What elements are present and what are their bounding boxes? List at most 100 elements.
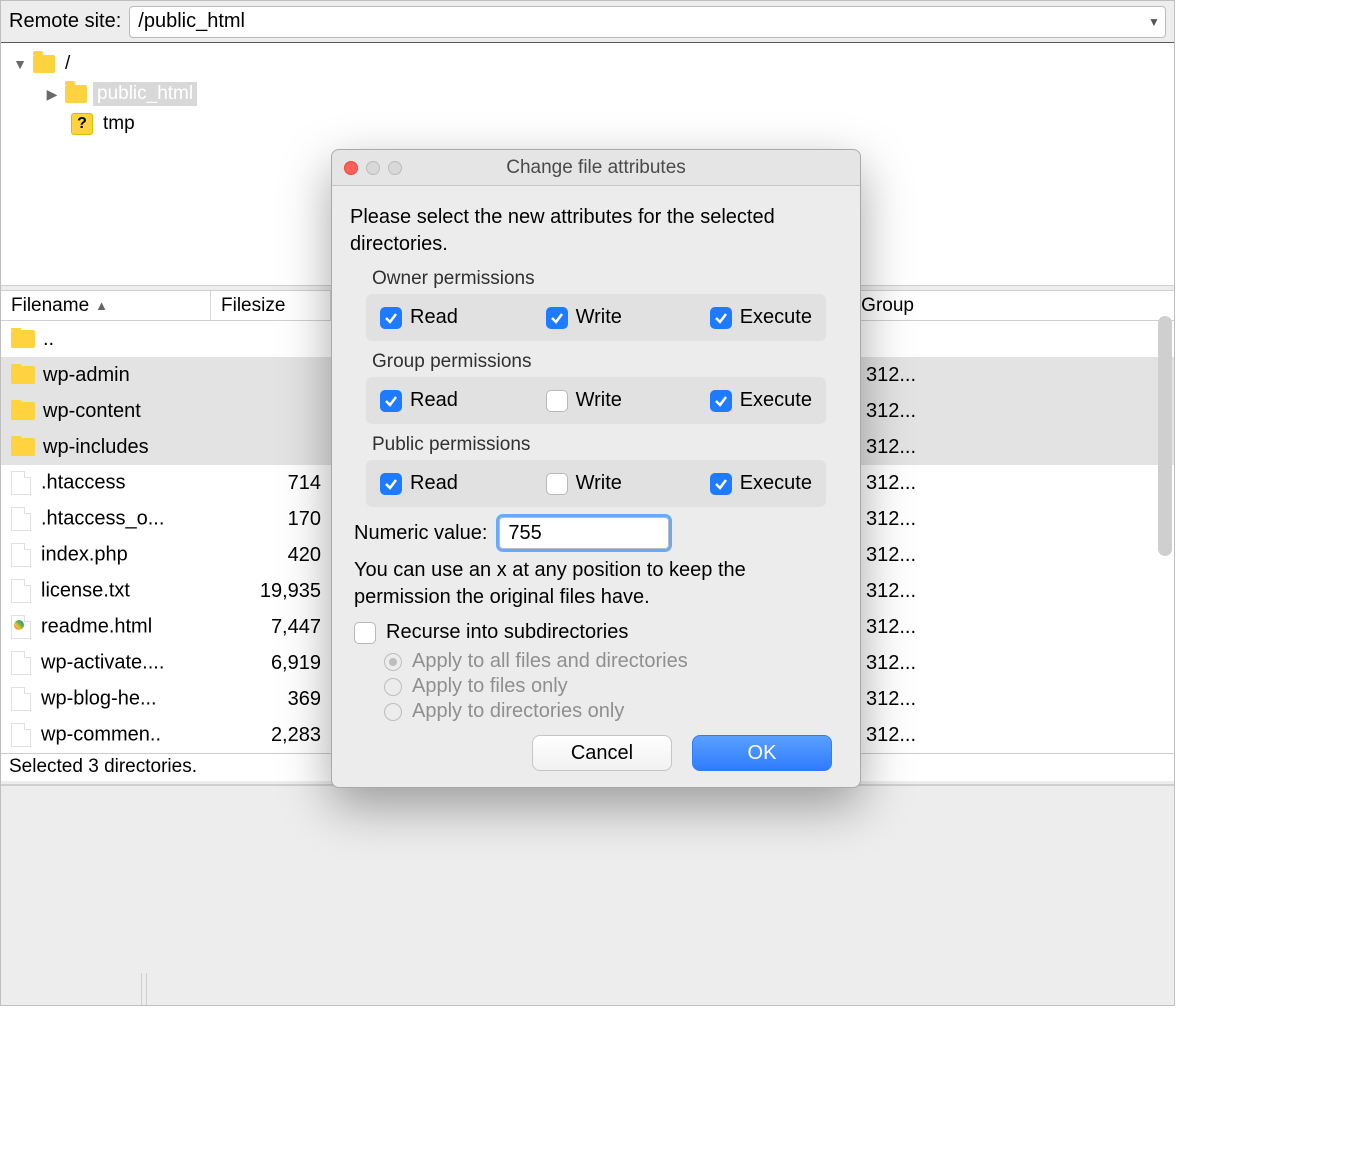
remote-site-label: Remote site: xyxy=(9,10,121,33)
file-group: 312... xyxy=(856,688,926,711)
recurse-apply-all-radio[interactable]: Apply to all files and directories xyxy=(384,650,842,673)
tree-row[interactable]: ▶ public_html xyxy=(11,79,1164,109)
numeric-hint-text: You can use an x at any position to keep… xyxy=(354,557,842,611)
folder-icon xyxy=(33,55,55,73)
window-close-icon[interactable] xyxy=(344,161,358,175)
html-file-icon xyxy=(11,615,31,639)
dialog-titlebar[interactable]: Change file attributes xyxy=(332,150,860,186)
folder-icon xyxy=(11,438,35,456)
file-size: 420 xyxy=(241,544,331,567)
radio-icon xyxy=(384,678,402,696)
remote-site-bar: Remote site: ▼ xyxy=(1,1,1174,43)
group-read-checkbox[interactable]: Read xyxy=(380,389,458,412)
recurse-label: Recurse into subdirectories xyxy=(386,621,628,644)
numeric-value-input[interactable] xyxy=(499,517,669,549)
file-name: index.php xyxy=(41,543,128,565)
file-name: readme.html xyxy=(41,615,152,637)
public-permissions-group: Read Write Execute xyxy=(366,460,826,507)
file-name: .. xyxy=(43,328,54,350)
file-group: 312... xyxy=(856,400,926,423)
tree-expander-open-icon[interactable]: ▼ xyxy=(11,55,29,73)
numeric-value-label: Numeric value: xyxy=(354,522,487,545)
group-execute-checkbox[interactable]: Execute xyxy=(710,389,812,412)
file-name: wp-admin xyxy=(43,364,130,386)
bottom-strip xyxy=(1,785,1174,817)
group-permissions-label: Group permissions xyxy=(372,351,842,373)
public-read-checkbox[interactable]: Read xyxy=(380,472,458,495)
file-group: 312... xyxy=(856,472,926,495)
file-icon xyxy=(11,687,31,711)
recurse-apply-dirs-radio[interactable]: Apply to directories only xyxy=(384,700,842,723)
dialog-intro-text: Please select the new attributes for the… xyxy=(350,204,842,258)
owner-execute-checkbox[interactable]: Execute xyxy=(710,306,812,329)
file-name: wp-content xyxy=(43,400,141,422)
cancel-button[interactable]: Cancel xyxy=(532,735,672,771)
file-group: 312... xyxy=(856,724,926,747)
public-write-checkbox[interactable]: Write xyxy=(546,472,622,495)
file-attributes-dialog: Change file attributes Please select the… xyxy=(331,149,861,788)
owner-write-checkbox[interactable]: Write xyxy=(546,306,622,329)
file-icon xyxy=(11,723,31,747)
group-permissions-group: Read Write Execute xyxy=(366,377,826,424)
dialog-title: Change file attributes xyxy=(332,157,860,179)
file-size: 6,919 xyxy=(241,652,331,675)
column-header-filesize[interactable]: Filesize xyxy=(211,291,331,320)
owner-read-checkbox[interactable]: Read xyxy=(380,306,458,329)
column-header-filename[interactable]: Filename ▲ xyxy=(1,291,211,320)
file-group: 312... xyxy=(856,364,926,387)
folder-icon xyxy=(11,330,35,348)
question-icon: ? xyxy=(71,113,93,135)
recurse-apply-files-radio[interactable]: Apply to files only xyxy=(384,675,842,698)
folder-icon xyxy=(11,402,35,420)
file-group: 312... xyxy=(856,436,926,459)
file-name: wp-blog-he... xyxy=(41,687,157,709)
file-group: 312... xyxy=(856,652,926,675)
tree-expander-closed-icon[interactable]: ▶ xyxy=(43,85,61,103)
file-name: license.txt xyxy=(41,579,130,601)
file-group: 312... xyxy=(856,616,926,639)
file-icon xyxy=(11,471,31,495)
sort-asc-icon: ▲ xyxy=(95,298,108,313)
group-write-checkbox[interactable]: Write xyxy=(546,389,622,412)
file-group: 312... xyxy=(856,580,926,603)
file-size: 714 xyxy=(241,472,331,495)
file-icon xyxy=(11,543,31,567)
radio-icon xyxy=(384,653,402,671)
chevron-down-icon[interactable]: ▼ xyxy=(1143,15,1165,29)
file-name: wp-includes xyxy=(43,436,149,458)
file-icon xyxy=(11,651,31,675)
tree-row[interactable]: ▼ / xyxy=(11,49,1164,79)
file-name: wp-commen.. xyxy=(41,723,161,745)
radio-icon xyxy=(384,703,402,721)
public-execute-checkbox[interactable]: Execute xyxy=(710,472,812,495)
file-size: 170 xyxy=(241,508,331,531)
file-name: .htaccess_o... xyxy=(41,507,164,529)
file-size: 7,447 xyxy=(241,616,331,639)
file-name: .htaccess xyxy=(41,471,125,493)
owner-permissions-label: Owner permissions xyxy=(372,268,842,290)
tree-item-label: public_html xyxy=(93,82,197,106)
folder-icon xyxy=(11,366,35,384)
file-name: wp-activate.... xyxy=(41,651,164,673)
file-size: 369 xyxy=(241,688,331,711)
window-maximize-icon[interactable] xyxy=(388,161,402,175)
tree-item-label: / xyxy=(61,52,74,76)
public-permissions-label: Public permissions xyxy=(372,434,842,456)
file-size: 19,935 xyxy=(241,580,331,603)
file-icon xyxy=(11,507,31,531)
vertical-splitter[interactable] xyxy=(141,973,147,1005)
file-group: 312... xyxy=(856,508,926,531)
file-icon xyxy=(11,579,31,603)
remote-path-combo[interactable]: ▼ xyxy=(129,6,1166,38)
window-minimize-icon[interactable] xyxy=(366,161,380,175)
file-group: 312... xyxy=(856,544,926,567)
file-size: 2,283 xyxy=(241,724,331,747)
owner-permissions-group: Read Write Execute xyxy=(366,294,826,341)
ok-button[interactable]: OK xyxy=(692,735,832,771)
remote-path-input[interactable] xyxy=(130,7,1143,37)
tree-item-label: tmp xyxy=(99,112,139,136)
tree-row[interactable]: ? tmp xyxy=(11,109,1164,139)
recurse-checkbox[interactable] xyxy=(354,622,376,644)
scrollbar-thumb[interactable] xyxy=(1158,316,1172,556)
folder-icon xyxy=(65,85,87,103)
